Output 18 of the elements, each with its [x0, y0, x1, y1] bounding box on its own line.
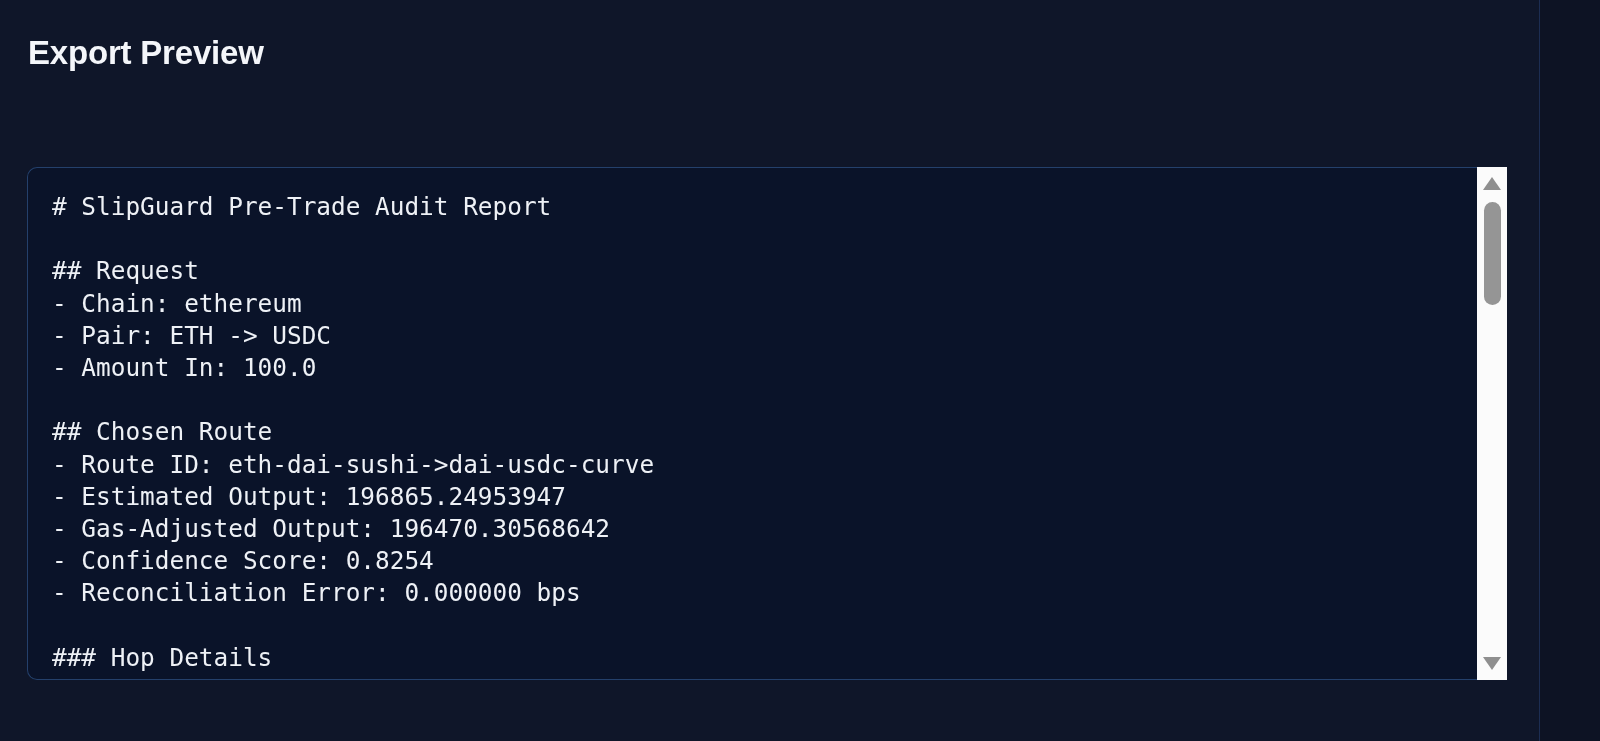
report-text-area[interactable] [27, 167, 1477, 680]
report-line: - Amount In: 100.0 [52, 352, 317, 384]
report-line: - Confidence Score: 0.8254 [52, 545, 434, 578]
scrollbar[interactable] [1477, 167, 1507, 680]
report-line: ## Request [52, 255, 199, 288]
scrollbar-thumb[interactable] [1483, 202, 1501, 305]
report-line: - Estimated Output: 196865.24953947 [52, 480, 566, 513]
scroll-up-icon[interactable] [1483, 177, 1501, 190]
report-line: ### Hop Details [52, 641, 273, 674]
report-line: - Pair: ETH -> USDC [52, 319, 331, 352]
report-line: - Gas-Adjusted Output: 196470.30568642 [52, 513, 610, 545]
report-line: - Reconciliation Error: 0.000000 bps [52, 577, 581, 610]
report-line: ## Chosen Route [52, 416, 273, 449]
scroll-down-icon[interactable] [1483, 657, 1501, 670]
report-line: - Chain: ethereum [52, 287, 302, 320]
report-line: - Route ID: eth-dai-sushi->dai-usdc-curve [52, 448, 655, 481]
page-title: Export Preview [28, 33, 264, 73]
report-line: # SlipGuard Pre-Trade Audit Report [52, 191, 552, 223]
